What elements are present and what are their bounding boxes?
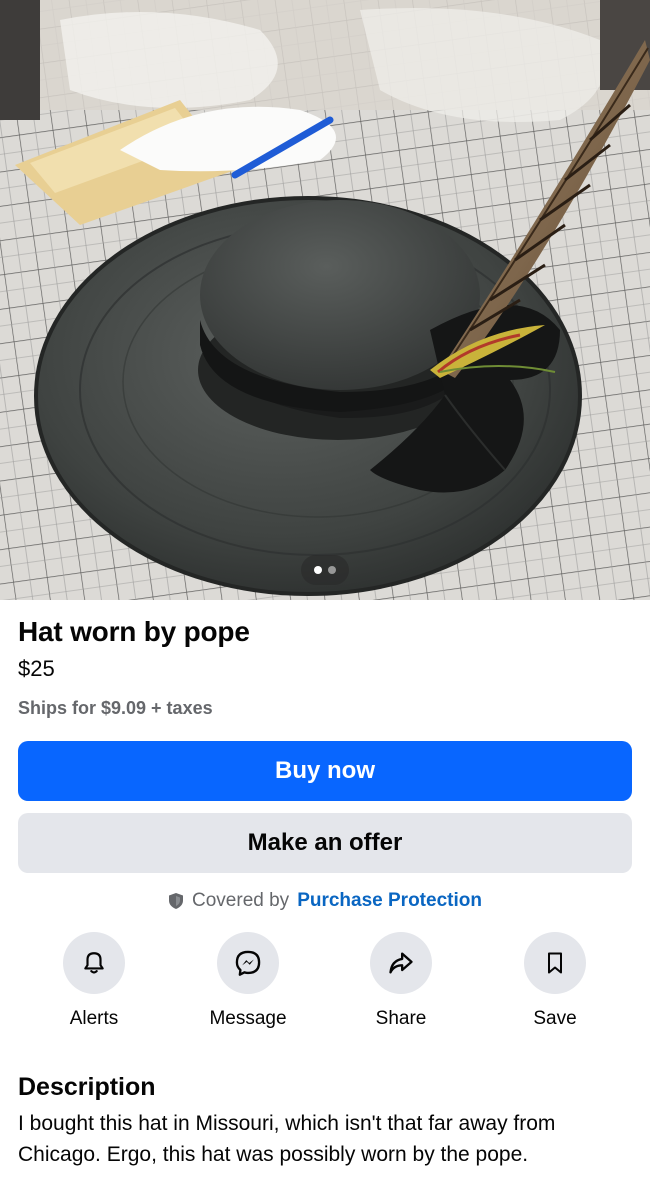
save-button[interactable]: [524, 932, 586, 994]
protection-prefix: Covered by: [192, 890, 290, 911]
shield-icon: [169, 893, 184, 909]
save-action[interactable]: Save: [495, 932, 615, 1032]
buy-now-button[interactable]: Buy now: [18, 741, 632, 801]
message-action[interactable]: Message: [188, 932, 308, 1032]
save-label: Save: [533, 1008, 577, 1029]
alerts-action[interactable]: Alerts: [34, 932, 154, 1032]
description-heading: Description: [18, 1073, 156, 1101]
share-label: Share: [375, 1008, 427, 1029]
message-label: Message: [209, 1008, 287, 1029]
message-button[interactable]: [217, 932, 279, 994]
bookmark-icon: [548, 952, 562, 974]
listing-photo[interactable]: [0, 0, 650, 600]
listing-price: $25: [18, 656, 55, 681]
purchase-protection-link[interactable]: Purchase Protection: [297, 890, 482, 912]
share-button[interactable]: [370, 932, 432, 994]
bell-icon: [84, 952, 104, 974]
listing-title: Hat worn by pope: [18, 616, 250, 647]
alerts-label: Alerts: [69, 1008, 119, 1029]
share-action[interactable]: Share: [341, 932, 461, 1032]
description-text: I bought this hat in Missouri, which isn…: [18, 1112, 556, 1166]
make-offer-button[interactable]: Make an offer: [18, 813, 632, 873]
purchase-protection-note: Covered by Purchase Protection: [0, 888, 650, 914]
action-row: Alerts Message Share Save: [0, 932, 650, 1032]
hat-photo-illustration: [0, 0, 650, 600]
shipping-info: Ships for $9.09 + taxes: [18, 698, 213, 718]
carousel-dot[interactable]: [328, 566, 336, 574]
messenger-icon: [235, 950, 261, 976]
carousel-dot-active[interactable]: [314, 566, 322, 574]
alerts-button[interactable]: [63, 932, 125, 994]
share-arrow-icon: [389, 952, 413, 974]
carousel-indicator: [301, 555, 349, 585]
